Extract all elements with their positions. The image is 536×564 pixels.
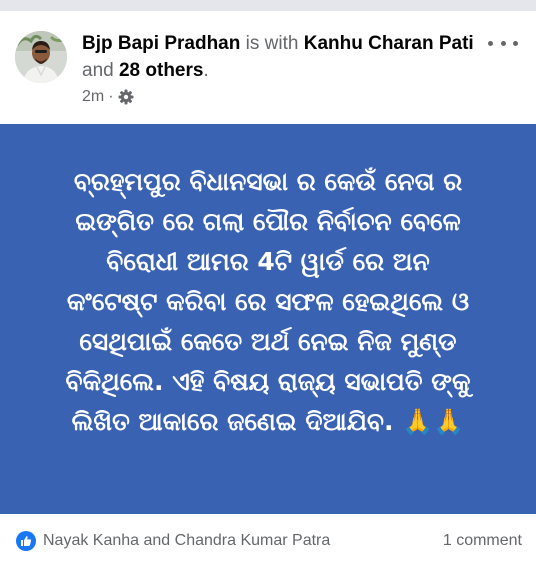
byline-period: . [203, 60, 209, 81]
banner-text: ବ୍ରହ୍ମପୁର ବିଧାନସଭା ର କେଉଁ ନେତା ର ଇଙ୍ଗିତ … [65, 167, 471, 436]
post-header: Bjp Bapi Pradhan is with Kanhu Charan Pa… [0, 11, 536, 124]
post-footer: Nayak Kanha and Chandra Kumar Patra 1 co… [0, 514, 536, 564]
reaction-summary[interactable]: Nayak Kanha and Chandra Kumar Patra [16, 531, 330, 551]
avatar-photo [15, 31, 67, 83]
more-options-icon[interactable] [488, 33, 518, 53]
reaction-names: Nayak Kanha and Chandra Kumar Patra [43, 532, 331, 549]
with-text: is with [240, 33, 304, 54]
more-dot [500, 40, 506, 46]
post-meta: 2m · [82, 87, 134, 107]
post-card: Bjp Bapi Pradhan is with Kanhu Charan Pa… [0, 11, 536, 564]
meta-separator: · [108, 88, 114, 105]
comment-count[interactable]: 1 comment [443, 531, 522, 551]
author-avatar[interactable] [15, 31, 67, 83]
author-name[interactable]: Bjp Bapi Pradhan [82, 33, 240, 54]
tagged-person[interactable]: Kanhu Charan Pati [304, 33, 474, 54]
like-icon [16, 531, 36, 551]
others-link[interactable]: 28 others [119, 60, 203, 81]
more-dot [488, 40, 493, 46]
and-text: and [82, 60, 119, 81]
gear-icon[interactable] [118, 89, 134, 105]
text-banner: ବ୍ରହ୍ମପୁର ବିଧାନସଭା ର କେଉଁ ନେତା ର ଇଙ୍ଗିତ … [0, 124, 536, 514]
post-time[interactable]: 2m [82, 88, 104, 106]
post-byline: Bjp Bapi Pradhan is with Kanhu Charan Pa… [82, 30, 482, 84]
more-dot [513, 40, 518, 46]
